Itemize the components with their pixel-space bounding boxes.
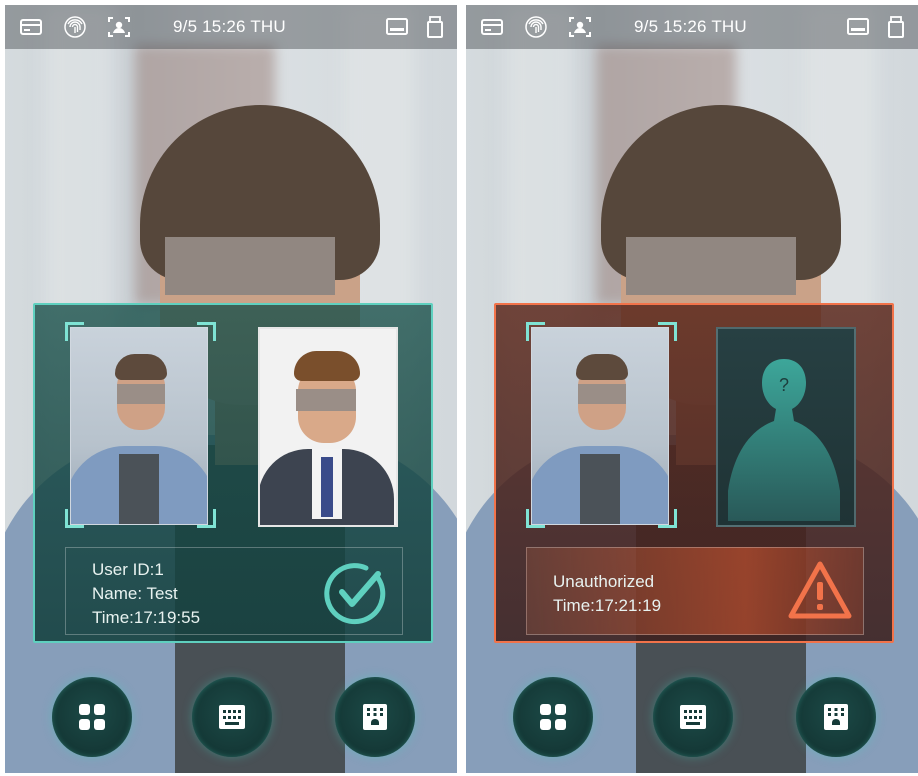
focus-corner xyxy=(526,509,545,528)
focus-corner xyxy=(197,509,216,528)
doorbell-keypad-icon xyxy=(363,704,387,730)
card-icon xyxy=(481,19,503,35)
focus-corner xyxy=(658,509,677,528)
keypad-icon xyxy=(219,705,245,729)
user-id-label: User ID:1 xyxy=(92,560,164,579)
photo-hair xyxy=(294,351,360,381)
privacy-redaction-bar xyxy=(296,389,356,411)
time-label: Time:17:21:19 xyxy=(553,596,662,615)
user-info-box: Unauthorized Time:17:21:19 xyxy=(526,547,864,635)
check-circle-icon xyxy=(324,563,386,625)
datetime-label: 9/5 15:26 THU xyxy=(173,17,286,36)
live-capture-photo xyxy=(70,327,208,525)
menu-grid-icon xyxy=(79,704,105,730)
status-bar: 9/5 15:26 THU xyxy=(466,5,918,49)
network-icon xyxy=(386,18,408,35)
focus-corner xyxy=(526,322,545,341)
menu-button[interactable] xyxy=(513,677,593,757)
menu-grid-icon xyxy=(540,704,566,730)
focus-corner xyxy=(197,322,216,341)
warning-triangle-icon xyxy=(788,561,852,619)
keypad-button[interactable] xyxy=(192,677,272,757)
card-icon xyxy=(20,19,42,35)
photo-shirt xyxy=(119,454,159,524)
photo-hair xyxy=(576,354,628,380)
photo-shirt xyxy=(580,454,620,524)
photo-hair xyxy=(115,354,167,380)
user-name-label: Name: Test xyxy=(92,584,178,603)
network-icon xyxy=(847,18,869,35)
device-screen-verified: 9/5 15:26 THU User ID:1 Name: Test Time:… xyxy=(5,5,457,773)
photo-tie xyxy=(321,457,333,517)
menu-button[interactable] xyxy=(52,677,132,757)
fingerprint-icon xyxy=(64,16,86,38)
live-capture-photo xyxy=(531,327,669,525)
unauthorized-label: Unauthorized xyxy=(553,572,655,591)
svg-text:?: ? xyxy=(779,375,789,395)
unknown-person-icon: ? xyxy=(728,359,840,521)
verification-result-card: User ID:1 Name: Test Time:17:19:55 xyxy=(33,303,433,643)
registered-user-photo xyxy=(258,327,398,527)
focus-corner xyxy=(65,322,84,341)
doorbell-keypad-icon xyxy=(824,704,848,730)
doorbell-button[interactable] xyxy=(335,677,415,757)
usb-icon xyxy=(888,16,904,38)
doorbell-button[interactable] xyxy=(796,677,876,757)
status-bar: 9/5 15:26 THU xyxy=(5,5,457,49)
verification-result-card: ? Unauthorized Time:17:21:19 xyxy=(494,303,894,643)
privacy-redaction-bar xyxy=(578,384,626,404)
keypad-icon xyxy=(680,705,706,729)
focus-corner xyxy=(65,509,84,528)
unknown-user-placeholder: ? xyxy=(716,327,856,527)
face-icon xyxy=(108,17,130,37)
device-screen-unauthorized: 9/5 15:26 THU ? Unauthorized Time:17:21:… xyxy=(466,5,918,773)
time-label: Time:17:19:55 xyxy=(92,608,201,627)
fingerprint-icon xyxy=(525,16,547,38)
privacy-redaction-bar xyxy=(117,384,165,404)
keypad-button[interactable] xyxy=(653,677,733,757)
focus-corner xyxy=(658,322,677,341)
face-icon xyxy=(569,17,591,37)
usb-icon xyxy=(427,16,443,38)
datetime-label: 9/5 15:26 THU xyxy=(634,17,747,36)
user-info-box: User ID:1 Name: Test Time:17:19:55 xyxy=(65,547,403,635)
